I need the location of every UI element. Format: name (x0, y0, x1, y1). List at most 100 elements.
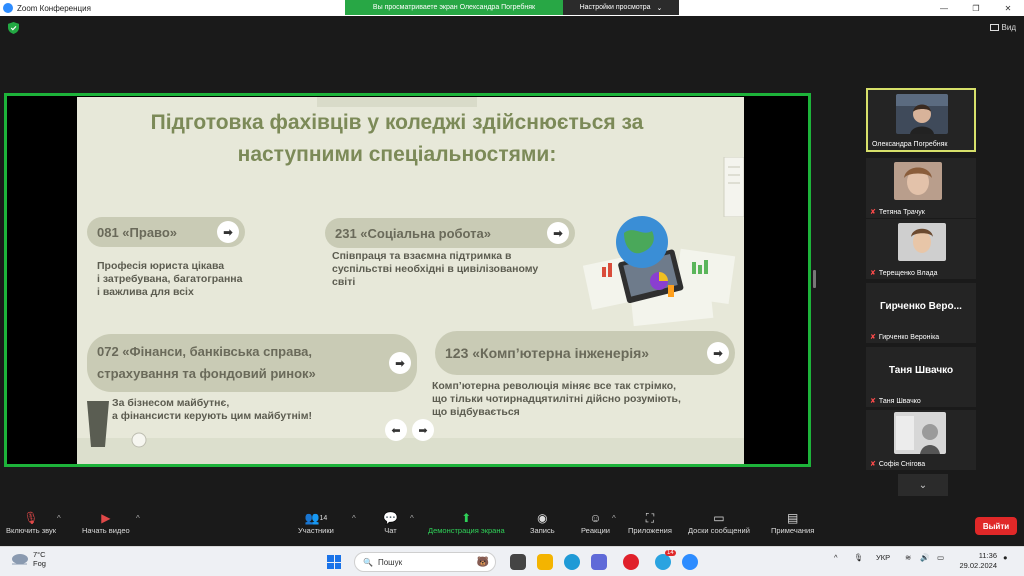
participant-name: ✘ Тетяна Трачук (870, 208, 925, 217)
shared-screen[interactable]: Підготовка фахівців у коледжі здійснюєть… (4, 93, 811, 467)
specialty-finance-description: За бізнесом майбутнє, а фінансисти керую… (112, 397, 312, 423)
share-screen-label: Демонстрация экрана (428, 526, 505, 535)
arrow-right-icon: ➡ (418, 424, 428, 437)
notes-button[interactable]: ▤ Примечания (771, 510, 814, 535)
weather-text: 7°C Fog (33, 550, 46, 568)
specialty-pill-finance: 072 «Фінанси, банківська справа, страхув… (87, 334, 417, 392)
restore-button[interactable]: ❐ (960, 0, 992, 16)
bin-decoration (87, 401, 109, 447)
participant-name: ✘ Софія Снігова (870, 460, 925, 469)
chat-button[interactable]: 💬 Чат (383, 510, 398, 535)
arrow-right-icon: ➡ (217, 221, 239, 243)
minimize-button[interactable]: — (928, 0, 960, 16)
reactions-label: Реакции (581, 526, 610, 535)
chat-options-caret[interactable]: ^ (410, 514, 414, 523)
record-button[interactable]: ◉ Запись (530, 510, 555, 535)
participants-label: Участники (298, 526, 334, 535)
store-icon[interactable] (591, 554, 607, 570)
desc-line: Комп’ютерна революція міняє все так стрі… (432, 380, 677, 392)
participant-tile[interactable]: Таня Швачко ✘ Таня Швачко (866, 347, 976, 407)
participant-tile[interactable]: ✘ Терещенко Влада (866, 219, 976, 279)
desc-line: що тільки чотирнадцятилітні дійсно розум… (432, 393, 681, 405)
slide-title-line2: наступними спеціальностями: (237, 143, 557, 166)
specialty-social-work-description: Співпраця та взаємна підтримка в суспіль… (332, 250, 538, 289)
windows-start-icon[interactable] (327, 555, 341, 569)
whiteboards-button[interactable]: ▭ Доски сообщений (688, 510, 750, 535)
video-options-caret[interactable]: ^ (136, 514, 140, 523)
participant-video (894, 162, 942, 200)
arrow-right-icon: ➡ (707, 342, 729, 364)
edge-browser-icon[interactable] (564, 554, 580, 570)
file-explorer-icon[interactable] (537, 554, 553, 570)
specialty-computer-engineering-description: Комп’ютерна революція міняє все так стрі… (432, 380, 681, 419)
participant-tile[interactable]: Гирченко Веро... ✘ Гирченко Вероніка (866, 283, 976, 343)
apps-button[interactable]: ⛶ Приложения (628, 510, 672, 536)
system-clock[interactable]: 11:36 29.02.2024 (955, 551, 997, 571)
battery-icon[interactable]: ▭ (937, 553, 944, 562)
microphone-tray-icon[interactable]: 🎙 (854, 553, 864, 562)
audio-options-caret[interactable]: ^ (57, 514, 61, 523)
weather-widget[interactable]: 7°C Fog (10, 550, 46, 568)
desc-line: За бізнесом майбутнє, (112, 397, 230, 409)
slide-bottom-band (77, 438, 744, 464)
telegram-icon[interactable] (655, 554, 671, 570)
share-screen-button[interactable]: ⬆ Демонстрация экрана (428, 510, 505, 535)
panel-resize-handle[interactable] (813, 270, 816, 288)
chevron-down-icon: ⌄ (918, 479, 928, 491)
task-view-icon[interactable] (510, 554, 526, 570)
label-line: 072 «Фінанси, банківська справа, (97, 344, 313, 359)
close-icon: ✕ (1004, 3, 1012, 13)
search-highlight-icon: 🐻 (476, 556, 489, 568)
minimize-icon: — (940, 3, 948, 13)
unmute-audio-button[interactable]: 🎙 Включить звук (6, 510, 56, 535)
participant-name-text: Терещенко Влада (878, 269, 938, 277)
microphone-muted-icon: ✘ (870, 334, 876, 341)
shield-icon[interactable] (8, 22, 19, 34)
taskbar-search[interactable]: 🔍 Пошук 🐻 (354, 552, 496, 572)
record-icon: ◉ (537, 511, 548, 525)
participant-name-text: Гирченко Вероніка (878, 333, 940, 341)
participant-tile[interactable]: Олександра Погребняк (866, 88, 976, 152)
participant-tile[interactable]: ✘ Софія Снігова (866, 410, 976, 470)
language-indicator[interactable]: УКР (876, 553, 890, 562)
windows-taskbar: 7°C Fog 🔍 Пошук 🐻 14 ^ 🎙 УКР ≋ 🔊 ▭ 11:36… (0, 546, 1024, 576)
desc-line: Професія юриста цікава (97, 260, 225, 272)
share-screen-icon: ⬆ (461, 511, 472, 525)
reactions-options-caret[interactable]: ^ (612, 514, 616, 523)
unmute-audio-label: Включить звук (6, 526, 57, 535)
participants-button[interactable]: 👥 14 Участники (298, 510, 334, 535)
microphone-muted-icon: ✘ (870, 398, 876, 405)
gallery-scroll-down-button[interactable]: ⌄ (898, 474, 948, 496)
arrow-left-icon: ⬅ (391, 424, 401, 437)
participant-video (896, 94, 948, 134)
tray-overflow-icon[interactable]: ^ (834, 553, 838, 562)
start-video-button[interactable]: ▶ Начать видео (82, 510, 130, 535)
view-button[interactable]: Вид (989, 23, 1016, 32)
opera-browser-icon[interactable] (623, 554, 639, 570)
view-settings-button[interactable]: Настройки просмотра ⌄ (563, 0, 679, 15)
participants-options-caret[interactable]: ^ (352, 514, 356, 523)
zoom-app-icon (3, 3, 13, 13)
slide-next-button[interactable]: ➡ (412, 419, 434, 441)
clock-time: 11:36 (978, 551, 997, 560)
specialty-pill-law: 081 «Право» ➡ (87, 217, 245, 247)
slide-prev-button[interactable]: ⬅ (385, 419, 407, 441)
restore-icon: ❐ (972, 3, 980, 13)
zoom-taskbar-icon[interactable] (682, 554, 698, 570)
wifi-icon[interactable]: ≋ (905, 553, 911, 562)
slide-title-line1: Підготовка фахівців у коледжі здійснюєть… (150, 111, 644, 134)
camera-off-icon: ▶ (101, 511, 111, 525)
participant-tile[interactable]: ✘ Тетяна Трачук (866, 158, 976, 218)
leave-meeting-button[interactable]: Выйти (975, 517, 1017, 535)
reactions-button[interactable]: ☺ Реакции (581, 510, 610, 535)
desc-line: суспільстві необхідні в цивілізованому (332, 263, 539, 275)
specialty-pill-computer-engineering: 123 «Комп’ютерна інженерія» ➡ (435, 331, 735, 375)
specialty-computer-engineering-label: 123 «Комп’ютерна інженерія» (445, 345, 650, 361)
slide-title: Підготовка фахівців у коледжі здійснюєть… (97, 107, 697, 171)
speaker-icon[interactable]: 🔊 (920, 553, 929, 562)
specialty-pill-social-work: 231 «Соціальна робота» ➡ (325, 218, 575, 248)
scribble-decoration (131, 432, 147, 448)
close-button[interactable]: ✕ (992, 0, 1024, 16)
notifications-icon[interactable]: ● (1003, 553, 1008, 562)
chat-icon: 💬 (383, 511, 398, 525)
